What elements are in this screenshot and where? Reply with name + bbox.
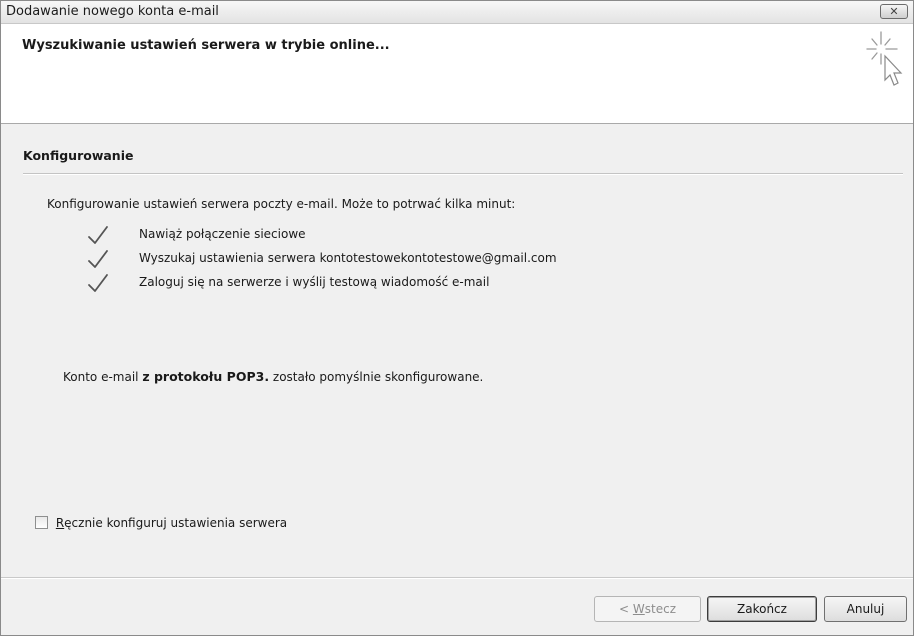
protocol-name: z protokołu POP3. [142, 369, 270, 384]
checkmark-icon [88, 226, 108, 244]
success-suffix: zostało pomyślnie skonfigurowane. [269, 370, 484, 384]
manual-config-checkbox[interactable] [35, 516, 48, 529]
header-title: Wyszukiwanie ustawień serwera w trybie o… [22, 38, 390, 53]
manual-config-label[interactable]: Ręcznie konfiguruj ustawienia serwera [56, 516, 287, 530]
step-label: Wyszukaj ustawienia serwera kontotestowe… [139, 251, 557, 265]
back-label: stecz [644, 601, 676, 616]
back-button[interactable]: < Wstecz [594, 596, 701, 622]
close-button[interactable]: ✕ [880, 4, 908, 19]
checkmark-icon [88, 274, 108, 292]
window-title: Dodawanie nowego konta e-mail [6, 4, 219, 19]
footer-divider [1, 577, 913, 579]
section-title: Konfigurowanie [23, 148, 134, 163]
section-divider [23, 173, 903, 175]
title-bar[interactable]: Dodawanie nowego konta e-mail ✕ [1, 1, 913, 24]
cancel-button[interactable]: Anuluj [824, 596, 907, 622]
checkmark-icon [88, 250, 108, 268]
finish-button[interactable]: Zakończ [707, 596, 817, 622]
dialog-window: Dodawanie nowego konta e-mail ✕ Wyszukiw… [0, 0, 914, 636]
back-mnemonic: W [632, 601, 645, 616]
cursor-sparkle-icon [866, 31, 903, 86]
manual-config-option[interactable]: Ręcznie konfiguruj ustawienia serwera [35, 516, 287, 530]
back-prefix: < [619, 601, 633, 616]
close-icon: ✕ [889, 5, 899, 18]
success-message: Konto e-mail z protokołu POP3. zostało p… [63, 369, 483, 384]
manual-config-mnemonic: R [55, 516, 65, 530]
manual-config-label-text: ęcznie konfiguruj ustawienia serwera [64, 516, 288, 530]
success-prefix: Konto e-mail [63, 370, 143, 384]
step-label: Nawiąż połączenie sieciowe [139, 227, 306, 241]
config-description: Konfigurowanie ustawień serwera poczty e… [47, 197, 516, 211]
wizard-header: Wyszukiwanie ustawień serwera w trybie o… [1, 24, 913, 124]
step-label: Zaloguj się na serwerze i wyślij testową… [139, 275, 490, 289]
